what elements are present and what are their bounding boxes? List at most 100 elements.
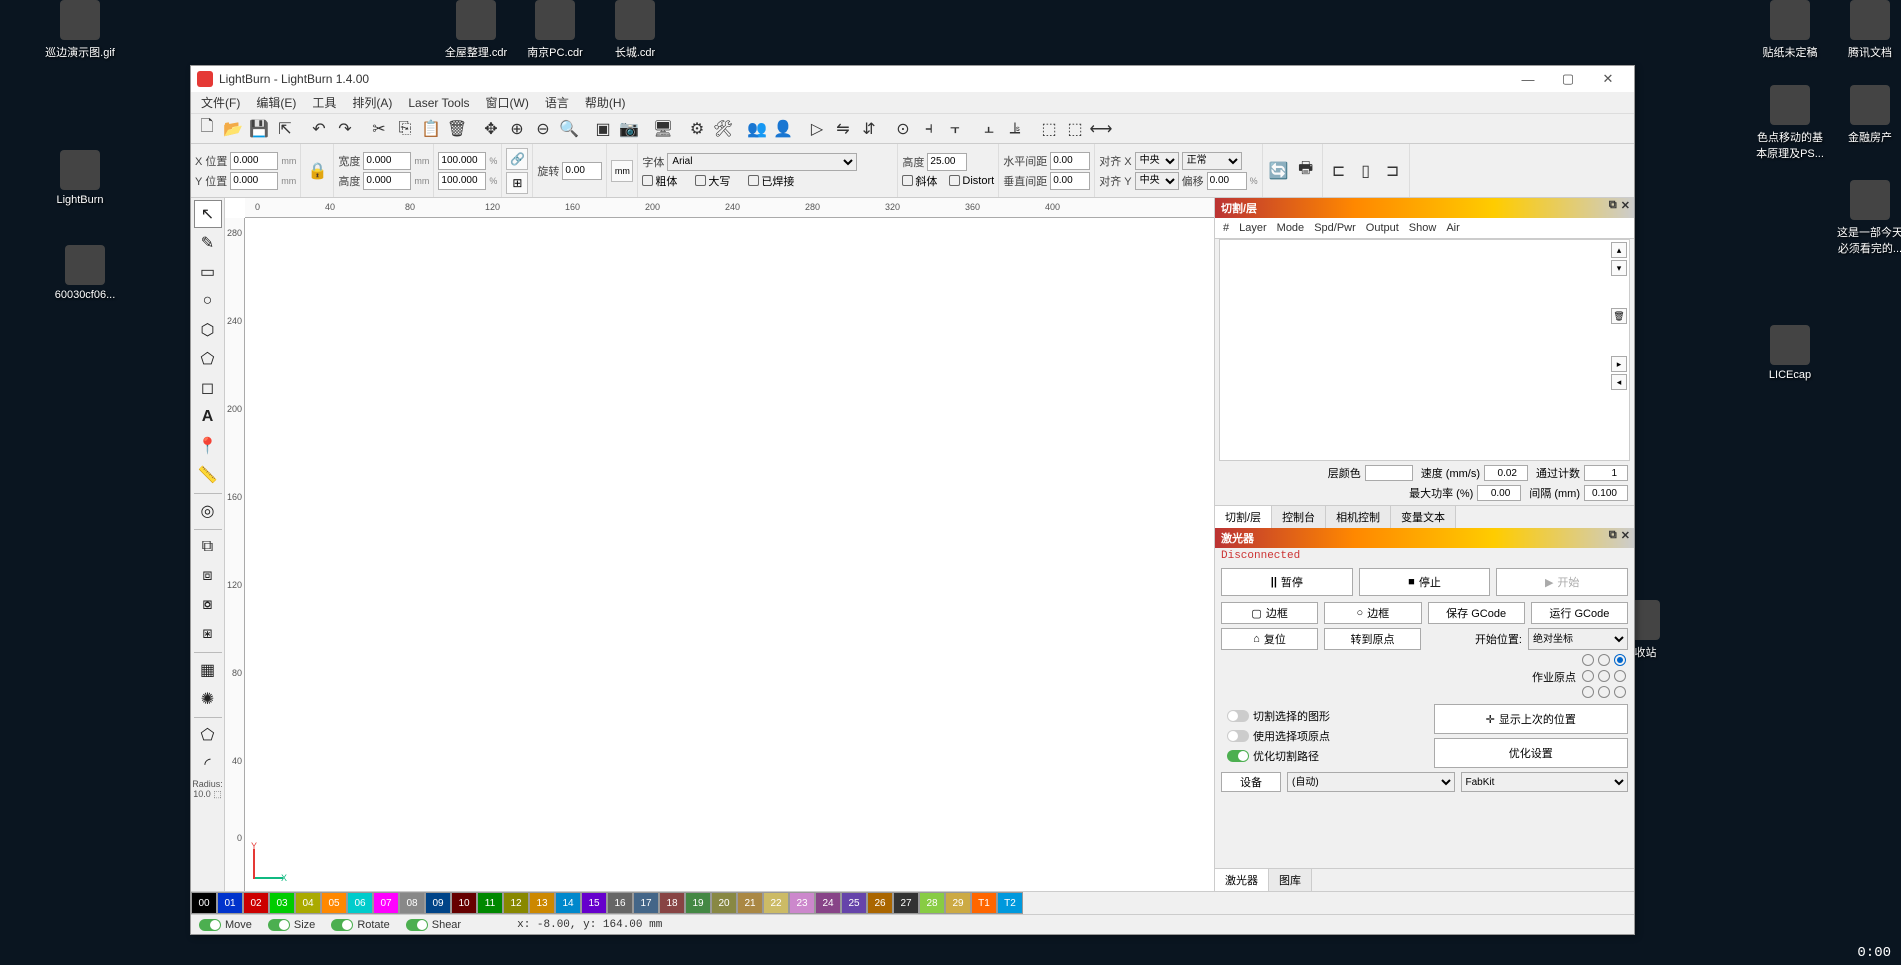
passes-input[interactable]	[1584, 465, 1628, 481]
panel-close-icon[interactable]: ✕	[1621, 529, 1630, 542]
distribute-h-icon[interactable]: ⫠	[977, 117, 1001, 141]
align-h-icon[interactable]: ⫞	[917, 117, 941, 141]
run-icon[interactable]: ▷	[805, 117, 829, 141]
desktop-icon[interactable]: 腾讯文档	[1835, 0, 1901, 60]
distribute-v-icon[interactable]: ⫡	[1003, 117, 1027, 141]
color-swatch[interactable]: 03	[269, 892, 295, 914]
maximize-button[interactable]: ▢	[1548, 66, 1588, 92]
ypos-input[interactable]	[230, 172, 278, 190]
color-swatch[interactable]: 15	[581, 892, 607, 914]
group-icon[interactable]: 👥	[745, 117, 769, 141]
color-swatch[interactable]: 11	[477, 892, 503, 914]
device-settings-icon[interactable]: 🛠	[711, 117, 735, 141]
radial-array-icon[interactable]: ✺	[194, 685, 222, 713]
panel-pop-icon[interactable]: ⧉	[1609, 529, 1617, 542]
rect-tool-icon[interactable]: ▭	[194, 258, 222, 286]
undo-icon[interactable]: ↶	[307, 117, 331, 141]
panel-tab[interactable]: 图库	[1269, 869, 1312, 891]
settings-icon[interactable]: ⚙	[685, 117, 709, 141]
speed-input[interactable]	[1484, 465, 1528, 481]
mirror-v-icon[interactable]: ⇵	[857, 117, 881, 141]
camera-icon[interactable]: 📷	[617, 117, 641, 141]
anchor-icon[interactable]: ⊞	[506, 172, 528, 194]
text-tool-icon[interactable]: A	[194, 403, 222, 431]
opt-settings-button[interactable]: 优化设置	[1434, 738, 1629, 768]
menu-item[interactable]: 窗口(W)	[480, 92, 535, 113]
panel-pop-icon[interactable]: ⧉	[1609, 199, 1617, 212]
panel-close-icon[interactable]: ✕	[1621, 199, 1630, 212]
cut-icon[interactable]: ✂	[367, 117, 391, 141]
size-toggle[interactable]	[268, 919, 290, 931]
rotate-toggle[interactable]	[331, 919, 353, 931]
zoom-in-icon[interactable]: ⊕	[505, 117, 529, 141]
rotate-input[interactable]	[562, 162, 602, 180]
color-swatch[interactable]: 10	[451, 892, 477, 914]
pause-button[interactable]: ||暂停	[1221, 568, 1353, 596]
desktop-icon[interactable]: 贴纸未定稿	[1755, 0, 1825, 60]
layer-up-icon[interactable]: ▴	[1611, 242, 1627, 258]
save-icon[interactable]: 💾	[247, 117, 271, 141]
run-gcode-button[interactable]: 运行 GCode	[1531, 602, 1628, 624]
bold-label[interactable]: 粗体	[655, 173, 677, 189]
same-height-icon[interactable]: ⬚	[1063, 117, 1087, 141]
minimize-button[interactable]: —	[1508, 66, 1548, 92]
save-gcode-button[interactable]: 保存 GCode	[1428, 602, 1525, 624]
select-tool-icon[interactable]: ↖	[194, 200, 222, 228]
frame-button[interactable]: ▢ 边框	[1221, 602, 1318, 624]
desktop-icon[interactable]: 60030cf06...	[50, 245, 120, 301]
offset-tool-icon[interactable]: ◎	[194, 497, 222, 525]
maxpower-input[interactable]	[1477, 485, 1521, 501]
same-width-icon[interactable]: ⬚	[1037, 117, 1061, 141]
select-frame-icon[interactable]: ▣	[591, 117, 615, 141]
close-button[interactable]: ✕	[1588, 66, 1628, 92]
color-swatch[interactable]: 12	[503, 892, 529, 914]
zoom-out-icon[interactable]: ⊖	[531, 117, 555, 141]
height-input[interactable]	[363, 172, 411, 190]
copy-icon[interactable]: ⎘	[393, 117, 417, 141]
dimension-icon[interactable]: ⟷	[1089, 117, 1113, 141]
layercolor-swatch[interactable]	[1365, 465, 1413, 481]
mirror-h-icon[interactable]: ⇋	[831, 117, 855, 141]
cuts-panel-header[interactable]: 切割/层⧉✕	[1215, 198, 1634, 218]
align-v-icon[interactable]: ⫟	[943, 117, 967, 141]
line-tool-icon[interactable]: ✎	[194, 229, 222, 257]
startfrom-select[interactable]: 绝对坐标	[1528, 628, 1628, 650]
color-swatch[interactable]: 08	[399, 892, 425, 914]
pctw-input[interactable]	[438, 152, 486, 170]
color-swatch[interactable]: 19	[685, 892, 711, 914]
grid-array-icon[interactable]: ▦	[194, 656, 222, 684]
layer-down-icon[interactable]: ▾	[1611, 260, 1627, 276]
cut-selection-toggle[interactable]	[1227, 710, 1249, 722]
panel-tab[interactable]: 激光器	[1215, 869, 1269, 891]
layer-right-icon[interactable]: ▸	[1611, 356, 1627, 372]
color-swatch[interactable]: 20	[711, 892, 737, 914]
open-icon[interactable]: 📂	[221, 117, 245, 141]
color-swatch[interactable]: T2	[997, 892, 1023, 914]
color-swatch[interactable]: 23	[789, 892, 815, 914]
menu-item[interactable]: 工具	[306, 92, 342, 113]
color-swatch[interactable]: 25	[841, 892, 867, 914]
panel-tab[interactable]: 相机控制	[1326, 506, 1391, 528]
layout-icon-1[interactable]: ⊏	[1327, 159, 1351, 183]
shear-toggle[interactable]	[406, 919, 428, 931]
color-swatch[interactable]: 18	[659, 892, 685, 914]
marker-tool-icon[interactable]: 📍	[194, 432, 222, 460]
panel-tab[interactable]: 变量文本	[1391, 506, 1456, 528]
upper-label[interactable]: 大写	[708, 173, 730, 189]
weld-tool-icon[interactable]: ⧉	[194, 533, 222, 561]
panel-tab[interactable]: 切割/层	[1215, 506, 1272, 528]
color-swatch[interactable]: 13	[529, 892, 555, 914]
monitor-icon[interactable]: 🖥	[651, 117, 675, 141]
profile-select[interactable]: FabKit	[1461, 772, 1629, 792]
menu-item[interactable]: Laser Tools	[402, 94, 475, 112]
color-swatch[interactable]: 28	[919, 892, 945, 914]
boolean-xor-icon[interactable]: ⧆	[194, 620, 222, 648]
lock-icon[interactable]: 🔒	[305, 159, 329, 183]
ungroup-icon[interactable]: 👤	[771, 117, 795, 141]
menu-item[interactable]: 语言	[539, 92, 575, 113]
layout-icon-3[interactable]: ⊐	[1381, 159, 1405, 183]
show-last-pos-button[interactable]: ✛ 显示上次的位置	[1434, 704, 1629, 734]
color-swatch[interactable]: 00	[191, 892, 217, 914]
canvas[interactable]: 04080120160200240280320360400 2802402001…	[225, 198, 1214, 891]
color-swatch[interactable]: 09	[425, 892, 451, 914]
